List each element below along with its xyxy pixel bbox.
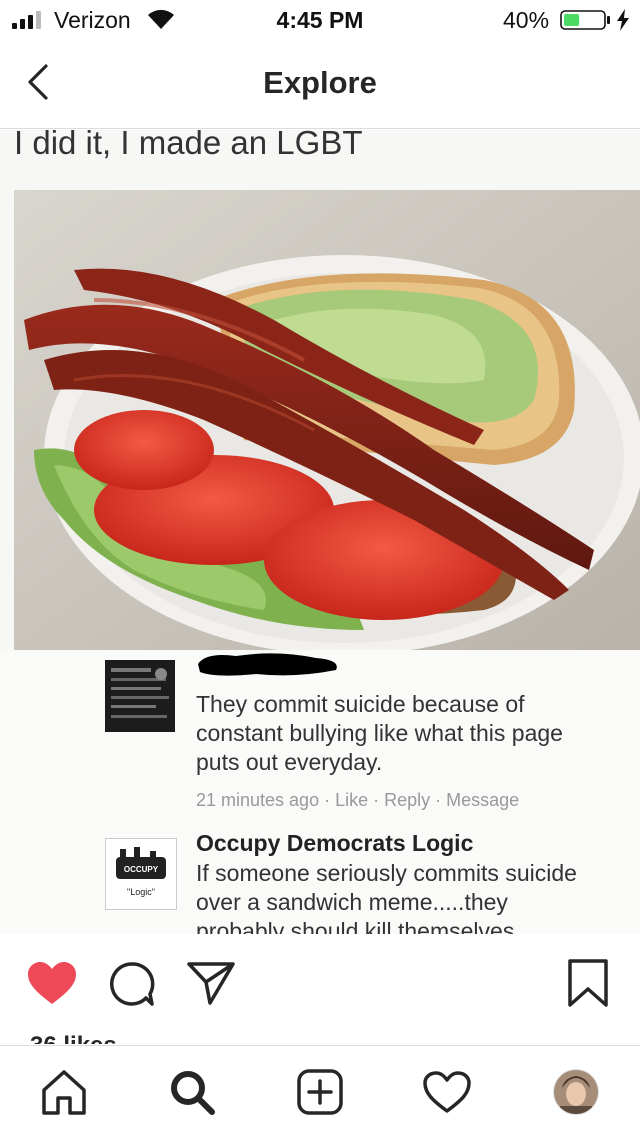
- comment-thread: They commit suicide because of constant …: [0, 650, 640, 934]
- comment-text-line: If someone seriously commits suicide: [196, 860, 577, 886]
- navigation-bar: Explore: [0, 40, 640, 129]
- blt-sandwich-photo: [14, 190, 640, 650]
- new-post-plus-icon[interactable]: [296, 1068, 344, 1116]
- share-paper-plane-icon[interactable]: [186, 960, 236, 1006]
- occupy-democrats-logic-avatar: OCCUPY "Logic": [105, 838, 177, 910]
- status-bar: Verizon 4:45 PM 40%: [0, 0, 640, 40]
- charging-bolt-icon: [617, 9, 629, 31]
- comment-text-line: probably should kill themselves.: [196, 918, 521, 934]
- bottom-tab-bar: [0, 1045, 640, 1137]
- comment-icon[interactable]: [108, 960, 156, 1008]
- home-icon[interactable]: [40, 1068, 88, 1116]
- battery-icon: [560, 10, 610, 30]
- like-count[interactable]: 36 likes: [30, 1024, 117, 1044]
- commenter-name: Occupy Democrats Logic: [196, 830, 474, 856]
- post-action-bar: [0, 934, 640, 1034]
- post-image[interactable]: I did it, I made an LGBT They commit sui…: [0, 130, 640, 934]
- comment-text-line: They commit suicide because of: [196, 691, 525, 717]
- like-heart-icon[interactable]: [26, 960, 78, 1006]
- page-title: Explore: [263, 65, 377, 100]
- comment-meta: 21 minutes ago · Like · Reply · Message: [196, 790, 520, 810]
- comment-text-line: over a sandwich meme.....they: [196, 889, 508, 915]
- battery-percent: 40%: [503, 7, 550, 33]
- logo-graphic: OCCUPY "Logic": [116, 847, 166, 897]
- meme-caption: I did it, I made an LGBT: [14, 130, 363, 161]
- activity-heart-icon[interactable]: [422, 1070, 472, 1114]
- logo-caption: "Logic": [127, 887, 155, 897]
- search-icon[interactable]: [168, 1068, 216, 1116]
- commenter-avatar: [105, 660, 175, 732]
- comment-text-line: puts out everyday.: [196, 749, 383, 775]
- comment-text-line: constant bullying like what this page: [196, 720, 563, 746]
- profile-avatar[interactable]: [552, 1068, 600, 1116]
- redacted-name: [198, 653, 337, 676]
- logo-text: OCCUPY: [124, 865, 159, 874]
- bookmark-icon[interactable]: [566, 958, 610, 1008]
